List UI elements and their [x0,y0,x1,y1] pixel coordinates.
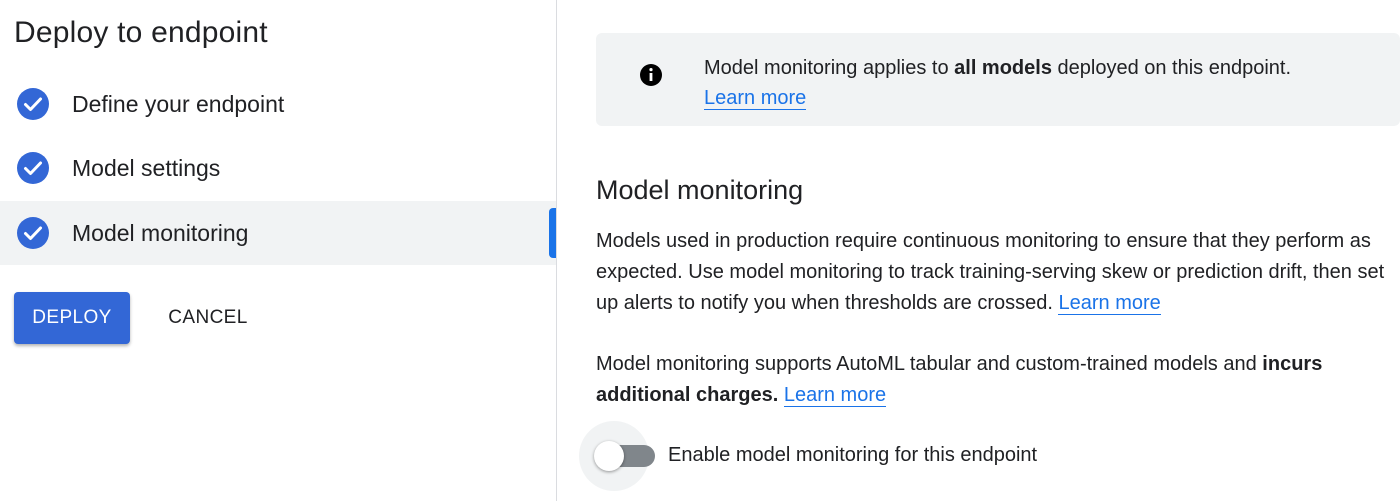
info-text-part: Model monitoring applies to [704,57,955,79]
active-step-indicator [549,208,556,258]
section-title: Model monitoring [596,175,804,205]
check-circle-icon [17,217,49,249]
learn-more-link[interactable]: Learn more [1058,292,1161,315]
description-paragraph: Models used in production require contin… [596,226,1396,319]
toggle-label: Enable model monitoring for this endpoin… [668,444,1038,466]
description-text: Models used in production require contin… [596,230,1385,314]
toggle-thumb[interactable] [594,441,624,471]
stepper-panel: Deploy to endpoint Define your endpoint … [0,0,556,501]
info-banner: Model monitoring applies to all models d… [596,33,1400,126]
check-circle-icon [17,88,49,120]
step-label: Model monitoring [72,219,249,246]
info-text-bold: all models [954,57,1052,79]
check-circle-icon [17,152,49,184]
charges-paragraph: Model monitoring supports AutoML tabular… [596,349,1396,411]
step-label: Model settings [72,154,221,181]
step-model-monitoring[interactable]: Model monitoring [0,201,556,265]
info-icon [640,64,662,86]
info-text: Model monitoring applies to all models d… [704,53,1291,113]
info-text-part: deployed on this endpoint. [1051,57,1292,79]
panel-title: Deploy to endpoint [14,16,268,49]
deploy-button[interactable]: DEPLOY [14,292,130,344]
learn-more-link[interactable]: Learn more [783,384,887,407]
step-define-endpoint[interactable]: Define your endpoint [0,72,556,136]
charges-text: Model monitoring supports AutoML tabular… [596,353,1263,375]
learn-more-link[interactable]: Learn more [704,87,807,110]
cancel-button[interactable]: CANCEL [152,292,264,344]
step-model-settings[interactable]: Model settings [0,136,556,200]
content-panel: Model monitoring applies to all models d… [557,0,1400,501]
step-label: Define your endpoint [72,90,285,117]
